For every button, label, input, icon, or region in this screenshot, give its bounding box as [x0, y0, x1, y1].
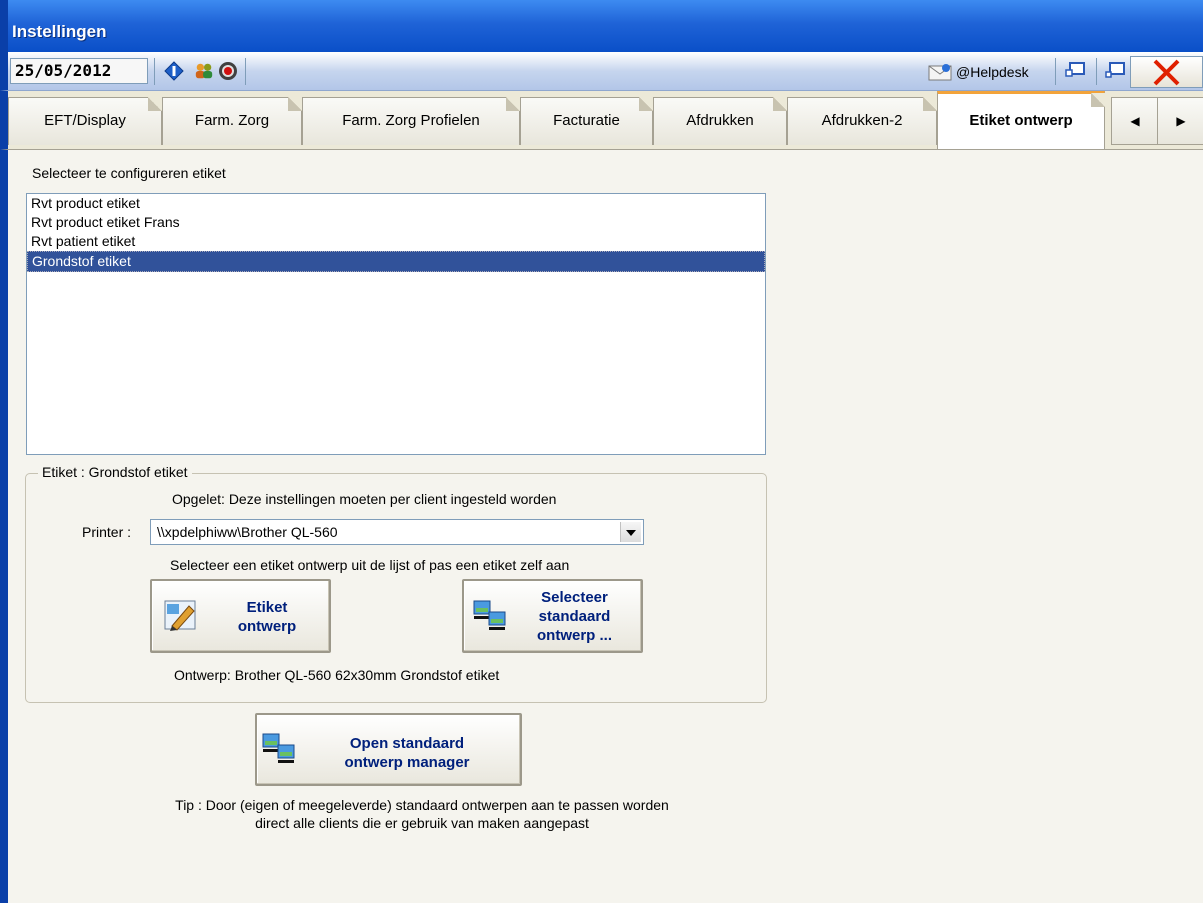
toolbar-separator — [1096, 58, 1097, 85]
button-label: ontwerp ... — [537, 627, 612, 644]
helpdesk-button[interactable]: @Helpdesk — [928, 61, 1029, 83]
restore-window-icon[interactable] — [1062, 58, 1090, 85]
arrow-left-icon: ◀ — [1130, 114, 1140, 128]
new-window-icon[interactable] — [1102, 58, 1130, 85]
date-field[interactable]: 25/05/2012 — [10, 58, 148, 84]
tab-facturatie[interactable]: Facturatie — [520, 97, 653, 145]
tab-afdrukken-2[interactable]: Afdrukken-2 — [787, 97, 937, 145]
toolbar: 25/05/2012 @Helpdesk — [0, 52, 1203, 91]
tab-label: Facturatie — [553, 112, 620, 129]
tab-farm-zorg[interactable]: Farm. Zorg — [162, 97, 302, 145]
tab-label: Afdrukken — [686, 112, 754, 129]
toolbar-separator — [154, 58, 155, 85]
group-legend: Etiket : Grondstof etiket — [38, 464, 192, 480]
open-design-manager-button[interactable]: Open standaard ontwerp manager — [255, 713, 522, 786]
toolbar-separator — [1055, 58, 1056, 85]
chevron-down-icon[interactable] — [620, 522, 641, 542]
label-design-button[interactable]: Etiket ontwerp — [150, 579, 331, 653]
tab-etiket-ontwerp[interactable]: Etiket ontwerp — [937, 91, 1105, 149]
tab-label: Etiket ontwerp — [969, 112, 1073, 129]
tab-scroll-right-button[interactable]: ▶ — [1157, 97, 1203, 145]
toolbar-separator — [245, 58, 246, 85]
standard-templates-icon — [473, 600, 506, 630]
tip-line: Tip : Door (eigen of meegeleverde) stand… — [175, 797, 669, 813]
select-label: Selecteer te configureren etiket — [32, 165, 226, 181]
tab-farm-zorg-profielen[interactable]: Farm. Zorg Profielen — [302, 97, 520, 145]
users-icon[interactable] — [194, 61, 214, 81]
tip-line: direct alle clients die er gebruik van m… — [255, 815, 589, 831]
list-item-selected[interactable]: Grondstof etiket — [27, 251, 765, 272]
tab-label: EFT/Display — [44, 112, 126, 129]
tab-bar: EFT/Display Farm. Zorg Farm. Zorg Profie… — [0, 91, 1203, 149]
printer-value: \\xpdelphiww\Brother QL-560 — [157, 524, 338, 540]
printer-select[interactable]: \\xpdelphiww\Brother QL-560 — [150, 519, 644, 545]
design-pencil-icon — [164, 600, 196, 631]
button-label: standaard — [538, 608, 611, 625]
window-title: Instellingen — [12, 22, 107, 41]
printer-label: Printer : — [82, 524, 132, 540]
arrow-right-icon: ▶ — [1176, 114, 1186, 128]
tab-afdrukken[interactable]: Afdrukken — [653, 97, 787, 145]
tab-eft-display[interactable]: EFT/Display — [8, 97, 162, 145]
button-label: Open standaard — [349, 735, 465, 752]
tab-label: Farm. Zorg — [194, 112, 270, 129]
design-instruction: Selecteer een etiket ontwerp uit de lijs… — [170, 557, 570, 573]
tab-label: Farm. Zorg Profielen — [342, 112, 480, 129]
button-label: Etiket — [246, 599, 288, 616]
current-design-info: Ontwerp: Brother QL-560 62x30mm Grondsto… — [174, 667, 500, 683]
info-diamond-icon[interactable] — [164, 61, 184, 81]
list-item[interactable]: Rvt patient etiket — [27, 232, 765, 251]
standard-templates-icon — [262, 733, 295, 763]
close-icon — [1153, 59, 1180, 86]
tab-label: Afdrukken-2 — [821, 112, 903, 129]
client-warning: Opgelet: Deze instellingen moeten per cl… — [172, 491, 557, 507]
tab-scroll-left-button[interactable]: ◀ — [1111, 97, 1159, 145]
button-label: ontwerp manager — [344, 754, 470, 771]
close-button[interactable] — [1130, 56, 1203, 88]
title-bar: Instellingen — [0, 0, 1203, 52]
list-item[interactable]: Rvt product etiket Frans — [27, 213, 765, 232]
envelope-icon — [928, 64, 952, 81]
helpdesk-label: @Helpdesk — [956, 64, 1029, 80]
button-label: Selecteer — [541, 589, 608, 606]
record-icon[interactable] — [218, 61, 238, 81]
button-label: ontwerp — [237, 618, 297, 635]
select-standard-design-button[interactable]: Selecteer standaard ontwerp ... — [462, 579, 643, 653]
list-item[interactable]: Rvt product etiket — [27, 194, 765, 213]
label-list[interactable]: Rvt product etiket Rvt product etiket Fr… — [26, 193, 766, 455]
